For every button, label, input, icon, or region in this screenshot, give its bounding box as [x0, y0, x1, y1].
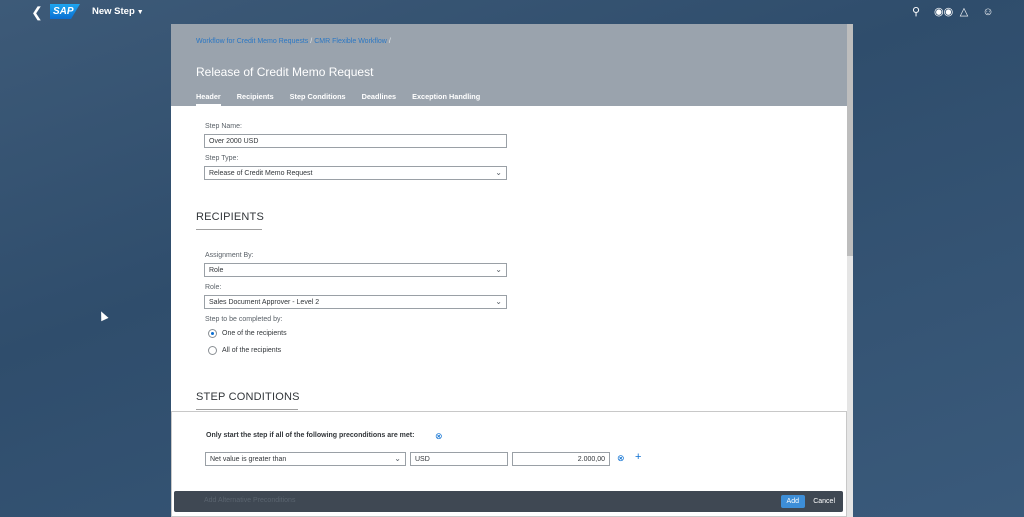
section-underline — [196, 409, 298, 410]
search-icon[interactable]: ⚲ — [910, 5, 922, 19]
breadcrumb-link-workflow[interactable]: Workflow for Credit Memo Requests — [196, 38, 308, 45]
tab-bar: Header Recipients Step Conditions Deadli… — [196, 92, 480, 106]
currency-value: USD — [415, 456, 430, 463]
object-page: Workflow for Credit Memo Requests / CMR Fl… — [171, 24, 853, 517]
amount-value: 2.000,00 — [577, 456, 605, 463]
tab-exception-handling[interactable]: Exception Handling — [412, 92, 480, 106]
sap-logo-text: SAP — [53, 6, 74, 17]
add-condition-icon[interactable]: + — [635, 452, 641, 463]
radio-label: All of the recipients — [222, 347, 282, 354]
condition-value: Net value is greater than — [210, 456, 287, 463]
tab-deadlines[interactable]: Deadlines — [362, 92, 396, 106]
binoculars-icon[interactable]: ◉◉ — [934, 5, 953, 19]
tab-header[interactable]: Header — [196, 92, 221, 106]
breadcrumb-separator: / — [388, 38, 391, 45]
currency-input[interactable]: USD — [410, 452, 508, 466]
tab-step-conditions[interactable]: Step Conditions — [290, 92, 346, 106]
step-name-input[interactable]: Over 2000 USD — [204, 134, 507, 148]
step-type-label: Step Type: — [205, 155, 239, 162]
remove-condition-icon[interactable]: ⊗ — [617, 454, 625, 463]
radio-one-recipient[interactable]: One of the recipients — [208, 329, 287, 338]
step-name-label: Step Name: — [205, 123, 242, 130]
tab-recipients[interactable]: Recipients — [237, 92, 274, 106]
object-header: Workflow for Credit Memo Requests / CMR Fl… — [171, 24, 847, 106]
radio-button[interactable] — [208, 346, 217, 355]
sap-logo[interactable]: SAP — [50, 4, 80, 19]
role-value: Sales Document Approver - Level 2 — [209, 299, 320, 306]
breadcrumb-link-cmr[interactable]: CMR Flexible Workflow — [314, 38, 387, 45]
scrollbar-thumb[interactable] — [847, 24, 853, 256]
role-label: Role: — [205, 284, 222, 291]
add-button[interactable]: Add — [780, 495, 805, 508]
assignment-by-select[interactable]: Role ⌄ — [204, 263, 507, 277]
caret-down-icon: ▼ — [136, 9, 144, 16]
preconditions-heading: Only start the step if all of the follow… — [206, 432, 415, 439]
step-type-select[interactable]: Release of Credit Memo Request ⌄ — [204, 166, 507, 180]
add-alternative-preconditions[interactable]: Add Alternative Preconditions — [204, 497, 295, 504]
step-type-value: Release of Credit Memo Request — [209, 170, 313, 177]
condition-select[interactable]: Net value is greater than ⌄ — [205, 452, 406, 466]
assignment-by-value: Role — [209, 267, 224, 274]
chevron-down-icon: ⌄ — [495, 297, 502, 306]
cancel-button[interactable]: Cancel — [813, 495, 835, 508]
breadcrumb: Workflow for Credit Memo Requests / CMR Fl… — [196, 38, 393, 45]
step-name-value: Over 2000 USD — [209, 138, 259, 145]
shell-actions: ⚲ ◉◉ △ ☺ — [910, 5, 994, 19]
role-select[interactable]: Sales Document Approver - Level 2 ⌄ — [204, 295, 507, 309]
radio-button-selected[interactable] — [208, 329, 217, 338]
chevron-down-icon: ⌄ — [495, 265, 502, 274]
back-arrow-icon[interactable]: ❮ — [30, 4, 44, 21]
user-icon[interactable]: ☺ — [982, 5, 994, 19]
assignment-by-label: Assignment By: — [205, 252, 254, 259]
footer-toolbar: Add Alternative Preconditions Add Cancel — [174, 491, 843, 512]
chevron-down-icon: ⌄ — [394, 454, 401, 463]
breadcrumb-separator: / — [310, 38, 313, 45]
vertical-scrollbar[interactable] — [847, 24, 853, 517]
completion-label: Step to be completed by: — [205, 316, 283, 323]
page-title: Release of Credit Memo Request — [196, 65, 374, 79]
app-title: New Step — [92, 6, 135, 17]
shell-bar: ❮ SAP New Step ▼ ⚲ ◉◉ △ ☺ — [0, 0, 1024, 24]
step-conditions-section-title: STEP CONDITIONS — [196, 391, 300, 403]
mouse-cursor-icon — [97, 309, 109, 322]
bell-icon[interactable]: △ — [958, 5, 970, 19]
radio-all-recipients[interactable]: All of the recipients — [208, 346, 281, 355]
amount-input[interactable]: 2.000,00 — [512, 452, 610, 466]
chevron-down-icon: ⌄ — [495, 168, 502, 177]
clear-icon[interactable]: ⊗ — [435, 432, 443, 441]
radio-label: One of the recipients — [222, 330, 287, 337]
app-title-menu[interactable]: New Step ▼ — [92, 6, 144, 17]
section-underline — [196, 229, 262, 230]
recipients-section-title: RECIPIENTS — [196, 211, 265, 223]
